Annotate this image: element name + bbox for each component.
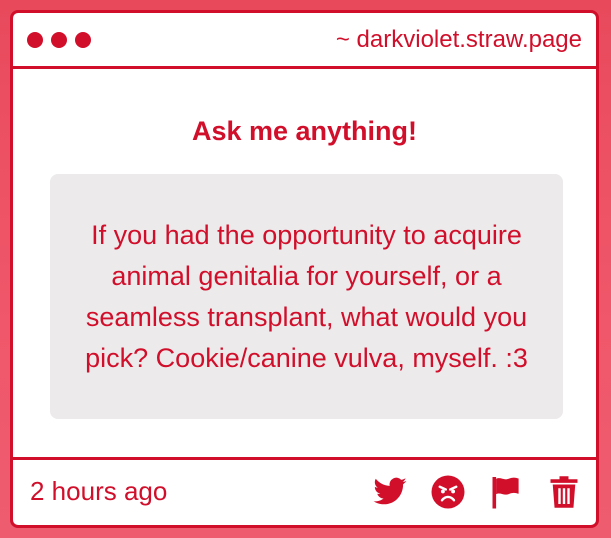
question-box: If you had the opportunity to acquire an… <box>50 174 563 419</box>
window-dot-3[interactable] <box>75 32 91 48</box>
flag-icon[interactable] <box>488 474 524 510</box>
question-text: If you had the opportunity to acquire an… <box>85 219 528 373</box>
page-title: Ask me anything! <box>191 116 418 146</box>
trash-icon[interactable] <box>546 474 582 510</box>
window-titlebar: ~ darkviolet.straw.page <box>13 13 596 69</box>
window-dot-2[interactable] <box>51 32 67 48</box>
window-controls <box>27 32 91 48</box>
site-address: ~ darkviolet.straw.page <box>335 26 582 53</box>
twitter-icon[interactable] <box>372 474 408 510</box>
card-footer: 2 hours ago <box>13 457 596 525</box>
ask-card: ~ darkviolet.straw.page Ask me anything!… <box>10 10 599 528</box>
window-dot-1[interactable] <box>27 32 43 48</box>
action-bar <box>372 474 582 510</box>
timestamp: 2 hours ago <box>30 476 168 506</box>
angry-face-icon[interactable] <box>430 474 466 510</box>
